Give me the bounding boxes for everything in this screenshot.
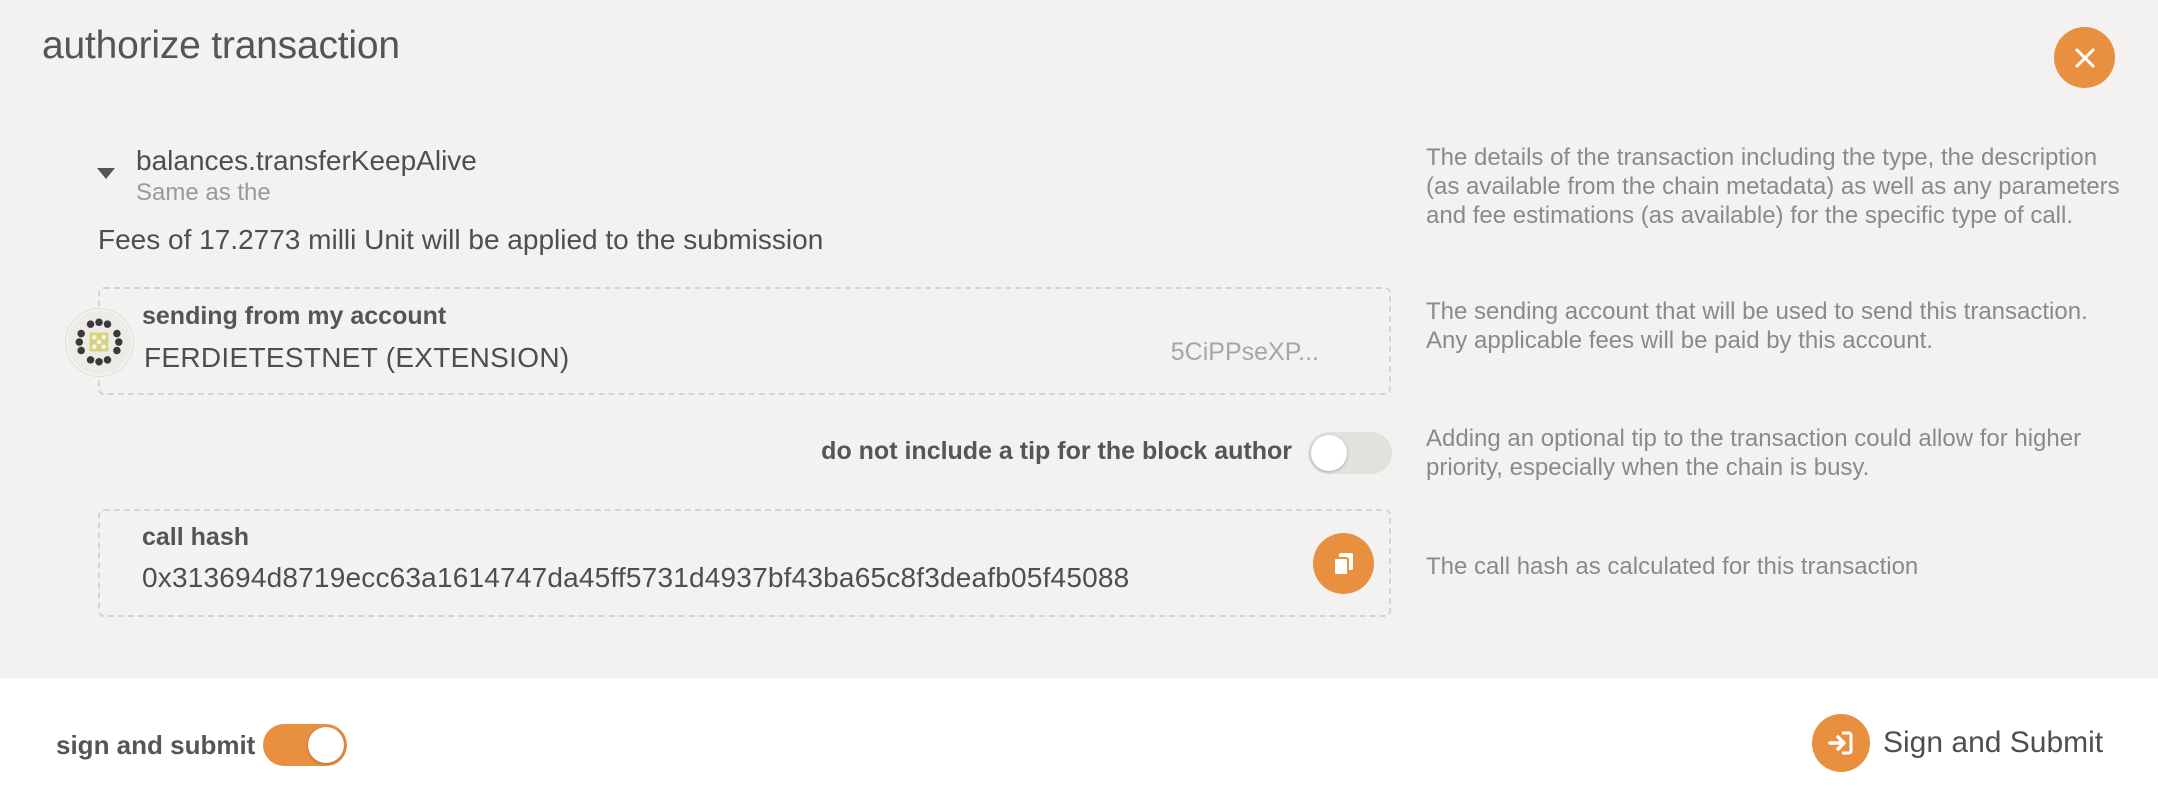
submit-button-label: Sign and Submit [1883, 726, 2104, 759]
sign-and-submit-button[interactable]: Sign and Submit [1812, 713, 2103, 773]
modal-title: authorize transaction [42, 24, 400, 67]
sign-in-icon [1812, 714, 1870, 772]
fee-info: Fees of 17.2773 milli Unit will be appli… [98, 224, 824, 255]
account-selector[interactable]: sending from my account FERDIETESTNET (E… [98, 287, 1391, 395]
call-hash-label: call hash [142, 523, 249, 551]
account-address: 5CiPPseXP... [1170, 338, 1319, 366]
chevron-down-icon[interactable] [97, 168, 115, 179]
help-account: The sending account that will be used to… [1426, 298, 2088, 354]
help-details: The details of the transaction including… [1426, 144, 2120, 229]
account-name: FERDIETESTNET (EXTENSION) [144, 342, 570, 373]
account-label: sending from my account [142, 302, 447, 330]
close-button[interactable] [2054, 27, 2115, 88]
authorize-transaction-modal: authorize transaction balances.transferK… [0, 0, 2158, 808]
tip-label: do not include a tip for the block autho… [821, 437, 1292, 465]
call-hash-box: call hash 0x313694d8719ecc63a1614747da45… [98, 509, 1391, 617]
help-hash: The call hash as calculated for this tra… [1426, 553, 1919, 580]
copy-button[interactable] [1313, 533, 1374, 594]
tip-toggle[interactable] [1308, 432, 1392, 474]
call-description: Same as the [136, 179, 271, 206]
close-icon [2075, 48, 2094, 67]
copy-icon [1332, 552, 1353, 576]
modal-footer: sign and submit Sign and Submit [0, 678, 2158, 808]
sign-and-submit-toggle[interactable] [263, 724, 347, 766]
toggle-knob [308, 727, 344, 763]
sign-and-submit-label: sign and submit [56, 730, 256, 760]
account-identicon[interactable] [66, 309, 133, 376]
help-tip: Adding an optional tip to the transactio… [1426, 425, 2082, 481]
call-hash-value[interactable]: 0x313694d8719ecc63a1614747da45ff5731d493… [142, 562, 1129, 594]
call-method[interactable]: balances.transferKeepAlive [136, 145, 477, 177]
toggle-knob [1311, 435, 1347, 471]
